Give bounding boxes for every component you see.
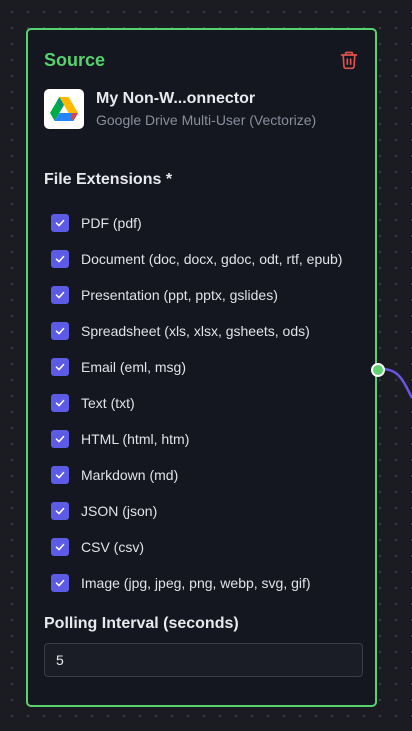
extension-label: Email (eml, msg) — [81, 359, 187, 375]
extension-label: Markdown (md) — [81, 467, 179, 483]
extension-checkbox[interactable] — [51, 394, 69, 412]
connector-logo — [44, 89, 84, 129]
node-title: Source — [44, 50, 106, 70]
extension-checkbox[interactable] — [51, 574, 69, 592]
extension-label: Document (doc, docx, gdoc, odt, rtf, epu… — [81, 251, 343, 267]
file-extension-option[interactable]: Image (jpg, jpeg, png, webp, svg, gif) — [51, 565, 371, 601]
delete-node-button[interactable] — [339, 50, 359, 70]
extension-checkbox[interactable] — [51, 250, 69, 268]
file-extensions-label: File Extensions * — [44, 171, 173, 188]
connection-edge[interactable] — [380, 367, 412, 399]
extension-label: Presentation (ppt, pptx, gslides) — [81, 287, 278, 303]
file-extension-option[interactable]: PDF (pdf) — [51, 205, 371, 241]
file-extension-option[interactable]: Email (eml, msg) — [51, 349, 371, 385]
check-icon — [55, 579, 65, 587]
extension-checkbox[interactable] — [51, 358, 69, 376]
polling-interval-input[interactable] — [44, 643, 363, 677]
check-icon — [55, 363, 65, 371]
extension-label: CSV (csv) — [81, 539, 144, 555]
extension-label: PDF (pdf) — [81, 215, 142, 231]
check-icon — [55, 291, 65, 299]
check-icon — [55, 435, 65, 443]
check-icon — [55, 471, 65, 479]
check-icon — [55, 399, 65, 407]
trash-icon — [340, 51, 358, 70]
extension-checkbox[interactable] — [51, 286, 69, 304]
google-drive-icon — [50, 96, 78, 121]
check-icon — [55, 507, 65, 515]
check-icon — [55, 255, 65, 263]
file-extension-option[interactable]: JSON (json) — [51, 493, 371, 529]
file-extension-option[interactable]: Document (doc, docx, gdoc, odt, rtf, epu… — [51, 241, 371, 277]
extension-checkbox[interactable] — [51, 322, 69, 340]
check-icon — [55, 543, 65, 551]
extension-label: HTML (html, htm) — [81, 431, 190, 447]
file-extensions-list: PDF (pdf) Document (doc, docx, gdoc, odt… — [51, 205, 371, 601]
extension-label: Spreadsheet (xls, xlsx, gsheets, ods) — [81, 323, 310, 339]
file-extension-option[interactable]: HTML (html, htm) — [51, 421, 371, 457]
extension-checkbox[interactable] — [51, 502, 69, 520]
file-extension-option[interactable]: Presentation (ppt, pptx, gslides) — [51, 277, 371, 313]
file-extension-option[interactable]: Spreadsheet (xls, xlsx, gsheets, ods) — [51, 313, 371, 349]
extension-checkbox[interactable] — [51, 214, 69, 232]
connector-name: My Non-W...onnector — [96, 90, 256, 107]
file-extension-option[interactable]: Markdown (md) — [51, 457, 371, 493]
flow-canvas[interactable]: Source My Non-W...onnector Google Drive … — [0, 0, 412, 731]
extension-checkbox[interactable] — [51, 466, 69, 484]
file-extension-option[interactable]: Text (txt) — [51, 385, 371, 421]
extension-label: JSON (json) — [81, 503, 158, 519]
check-icon — [55, 219, 65, 227]
extension-checkbox[interactable] — [51, 538, 69, 556]
extension-label: Image (jpg, jpeg, png, webp, svg, gif) — [81, 575, 311, 591]
polling-interval-label: Polling Interval (seconds) — [44, 615, 239, 632]
source-node-card[interactable]: Source My Non-W...onnector Google Drive … — [26, 28, 377, 707]
connector-type: Google Drive Multi-User (Vectorize) — [96, 112, 317, 128]
extension-checkbox[interactable] — [51, 430, 69, 448]
connector-info: My Non-W...onnector Google Drive Multi-U… — [44, 89, 364, 129]
extension-label: Text (txt) — [81, 395, 135, 411]
output-handle[interactable] — [371, 363, 385, 377]
check-icon — [55, 327, 65, 335]
file-extension-option[interactable]: CSV (csv) — [51, 529, 371, 565]
